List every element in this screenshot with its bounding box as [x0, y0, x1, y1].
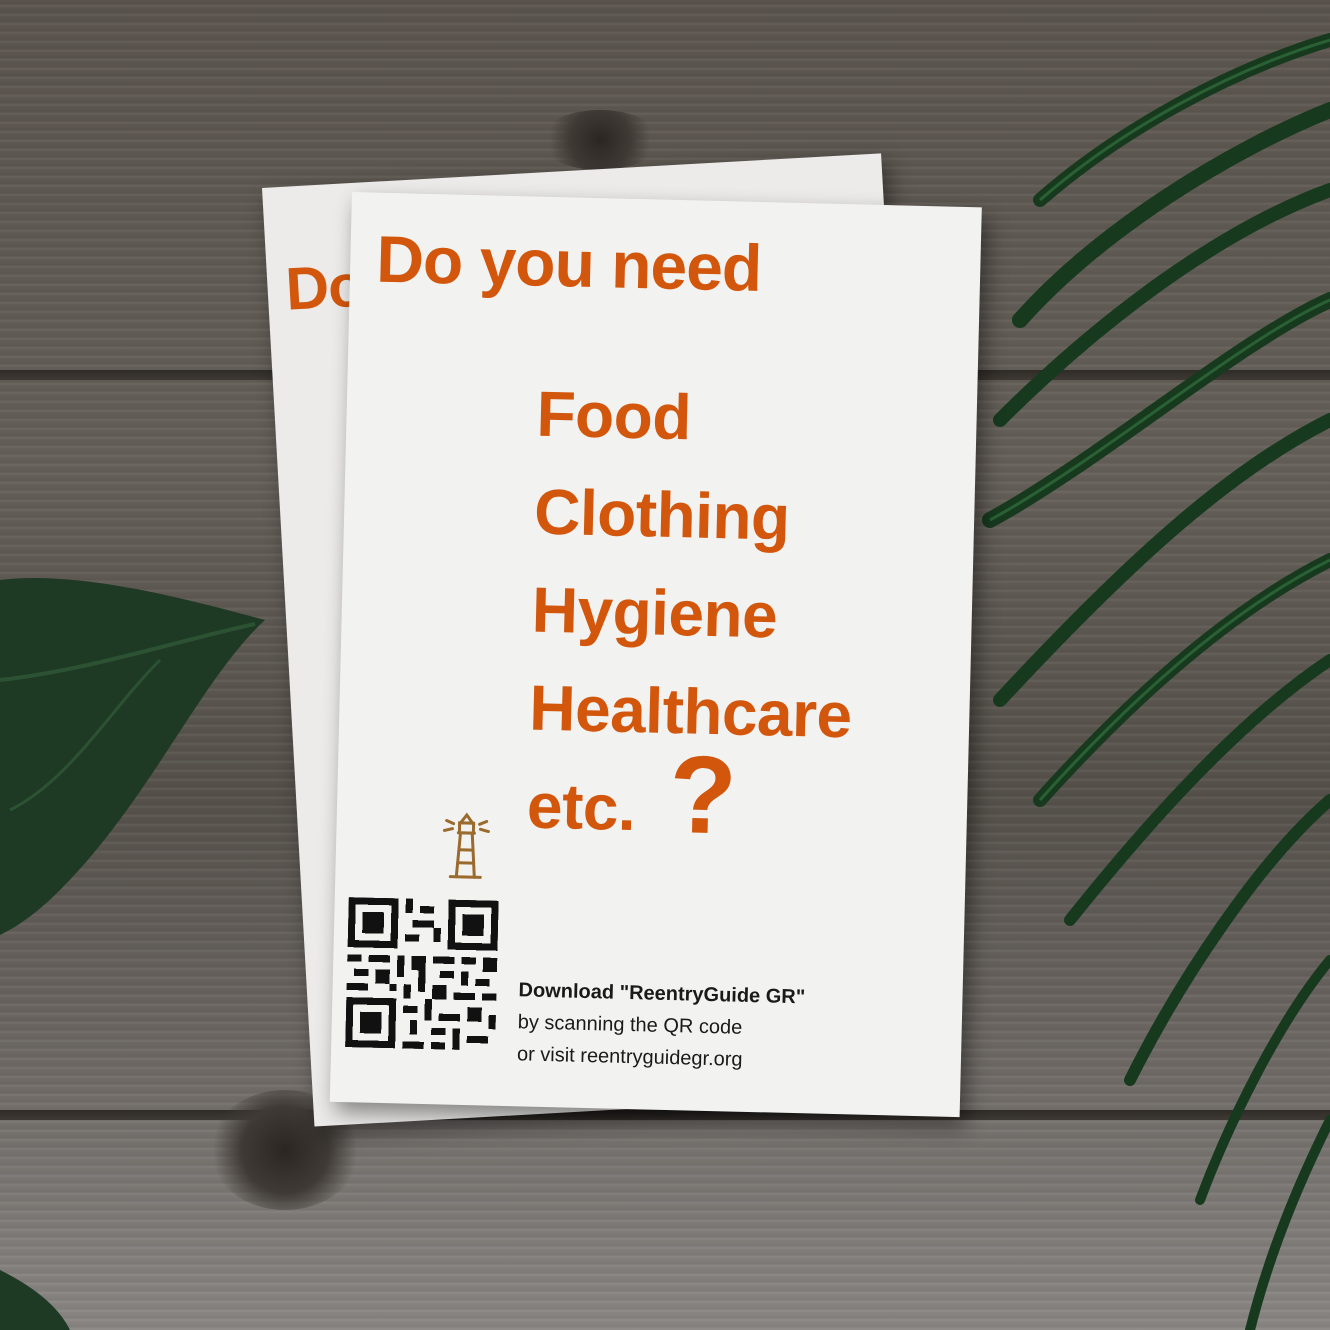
palm-fronds [982, 33, 1330, 1330]
question-mark: ? [667, 732, 739, 858]
download-instructions: Download "ReentryGuide GR" by scanning t… [517, 974, 806, 1077]
wood-knot [540, 110, 660, 170]
needs-item-clothing: Clothing [533, 475, 791, 554]
flyer-front: Do you need Food Clothing Hygiene Health… [329, 192, 982, 1118]
leaf-left [0, 578, 265, 935]
qr-code[interactable] [345, 897, 499, 1051]
leaf-bottom-left [0, 1270, 70, 1330]
visit-website-link[interactable]: or visit reentryguidegr.org [517, 1038, 804, 1077]
needs-item-hygiene: Hygiene [530, 573, 779, 652]
lighthouse-icon [442, 812, 490, 879]
flyer-title: Do you need [375, 221, 763, 306]
needs-item-food: Food [535, 377, 692, 454]
